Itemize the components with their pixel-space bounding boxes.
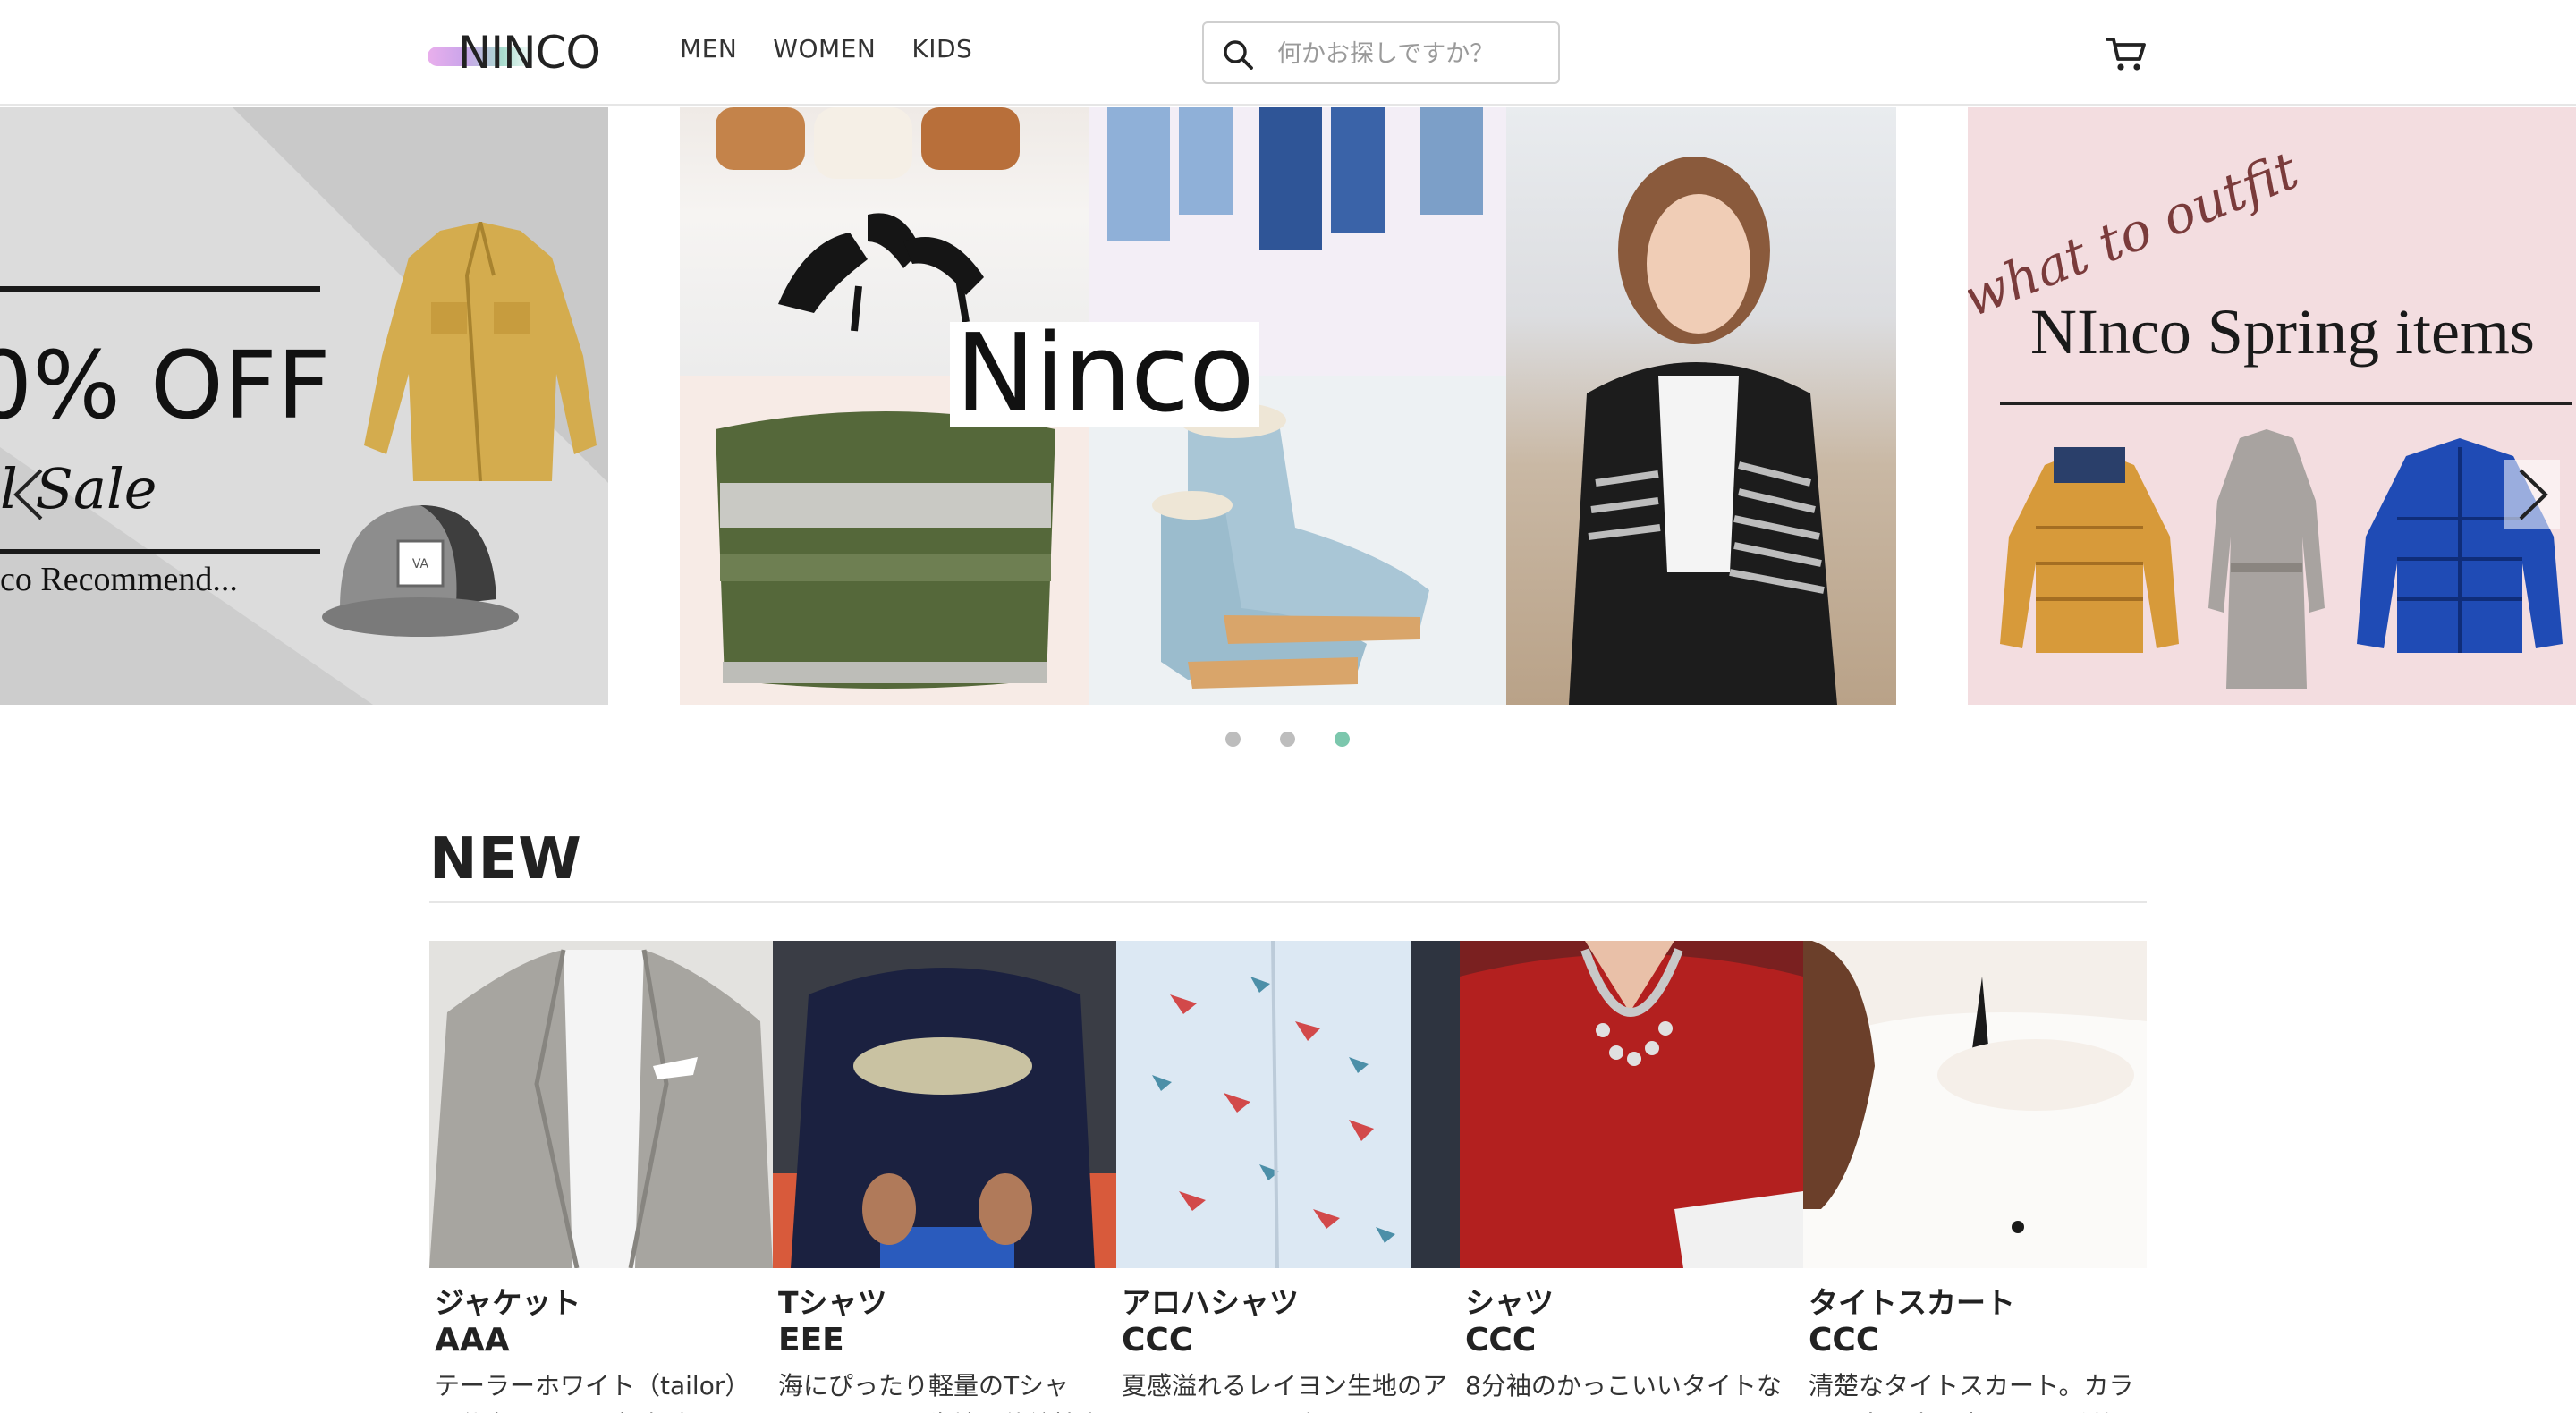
gold-puffer-jacket-image bbox=[2000, 447, 2179, 653]
product-name[interactable]: シャツ bbox=[1465, 1279, 1554, 1322]
carousel-pagination bbox=[1225, 732, 1350, 747]
product-image-tshirt[interactable] bbox=[773, 941, 1116, 1268]
trench-coat-image bbox=[2208, 429, 2325, 689]
product-description: 海にぴったり軽量のTシャツ。レイヨン生地で伸縮性高い bbox=[778, 1371, 1103, 1413]
product-name[interactable]: Tシャツ bbox=[778, 1279, 887, 1322]
product-brand: EEE bbox=[778, 1322, 844, 1358]
nav-kids[interactable]: KIDS bbox=[911, 34, 972, 63]
product-name[interactable]: タイトスカート bbox=[1809, 1279, 2015, 1322]
search-box[interactable] bbox=[1202, 21, 1560, 84]
sale-percent-text: 0% OFF bbox=[0, 331, 331, 440]
cap-image: VA bbox=[322, 505, 519, 637]
site-logo[interactable]: NINCO bbox=[428, 21, 612, 86]
product-description: 夏感溢れるレイヨン生地のアロハシャツ。最高のアイテム bbox=[1122, 1371, 1448, 1413]
carousel-ninco-label: Ninco bbox=[950, 321, 1259, 428]
product-card[interactable]: アロハシャツ CCC 夏感溢れるレイヨン生地のアロハシャツ。最高のアイテム bbox=[1116, 941, 1460, 1413]
product-card[interactable]: シャツ CCC 8分袖のかっこいいタイトなレッドシャツです。 bbox=[1460, 941, 1803, 1413]
hero-carousel[interactable]: 0% OFF l Sale co Recommend... VA Ninco w… bbox=[0, 107, 2576, 705]
search-input[interactable] bbox=[1277, 32, 1546, 75]
product-description: 8分袖のかっこいいタイトなレッドシャツです。 bbox=[1465, 1371, 1782, 1413]
product-image-jacket[interactable] bbox=[429, 941, 773, 1268]
slide-ninco-collage[interactable]: Ninco bbox=[680, 107, 1896, 705]
section-divider bbox=[429, 901, 2147, 903]
carousel-dot-1[interactable] bbox=[1225, 732, 1241, 747]
product-description: テーラーホワイト（tailor）は仕立屋という意味があり bbox=[435, 1371, 750, 1413]
divider bbox=[0, 549, 320, 554]
main-nav: MEN WOMEN KIDS bbox=[680, 34, 972, 63]
carousel-prev-arrow-icon[interactable] bbox=[0, 460, 55, 529]
product-brand: CCC bbox=[1809, 1322, 1880, 1358]
product-card[interactable]: Tシャツ EEE 海にぴったり軽量のTシャツ。レイヨン生地で伸縮性高い bbox=[773, 941, 1116, 1413]
carousel-dot-3[interactable] bbox=[1335, 732, 1350, 747]
nav-men[interactable]: MEN bbox=[680, 34, 737, 63]
product-image-tight-skirt[interactable] bbox=[1803, 941, 2147, 1268]
section-title-new: NEW bbox=[429, 826, 582, 893]
slide-spring-items[interactable]: what to outfit NInco Spring items bbox=[1968, 107, 2576, 705]
svg-text:VA: VA bbox=[412, 557, 429, 571]
cart-icon[interactable] bbox=[2106, 34, 2147, 73]
divider bbox=[2000, 402, 2572, 405]
carousel-next-arrow-icon[interactable] bbox=[2504, 460, 2560, 529]
site-header: NINCO MEN WOMEN KIDS bbox=[0, 0, 2576, 106]
logo-text: NINCO bbox=[458, 27, 601, 79]
product-list: ジャケット AAA テーラーホワイト（tailor）は仕立屋という意味があり T… bbox=[429, 941, 2147, 1413]
recommend-text: co Recommend... bbox=[0, 561, 238, 598]
divider bbox=[0, 286, 320, 292]
product-brand: AAA bbox=[435, 1322, 510, 1358]
product-brand: CCC bbox=[1465, 1322, 1537, 1358]
carousel-dot-2[interactable] bbox=[1280, 732, 1295, 747]
product-description: 清楚なタイトスカート。カラーは白、赤、青、黒の4種類 bbox=[1809, 1371, 2134, 1413]
search-icon[interactable] bbox=[1222, 38, 1254, 71]
nav-women[interactable]: WOMEN bbox=[773, 34, 876, 63]
product-name[interactable]: アロハシャツ bbox=[1122, 1279, 1299, 1322]
product-name[interactable]: ジャケット bbox=[435, 1279, 580, 1322]
spring-items-title: NInco Spring items bbox=[2030, 296, 2535, 368]
product-brand: CCC bbox=[1122, 1322, 1193, 1358]
product-card[interactable]: タイトスカート CCC 清楚なタイトスカート。カラーは白、赤、青、黒の4種類 bbox=[1803, 941, 2147, 1413]
slide-sale[interactable]: 0% OFF l Sale co Recommend... VA bbox=[0, 107, 608, 705]
product-image-red-shirt[interactable] bbox=[1460, 941, 1803, 1268]
jacket-image bbox=[364, 222, 597, 482]
product-image-aloha-shirt[interactable] bbox=[1116, 941, 1460, 1268]
model-woman-image bbox=[1506, 107, 1896, 705]
product-card[interactable]: ジャケット AAA テーラーホワイト（tailor）は仕立屋という意味があり bbox=[429, 941, 773, 1413]
